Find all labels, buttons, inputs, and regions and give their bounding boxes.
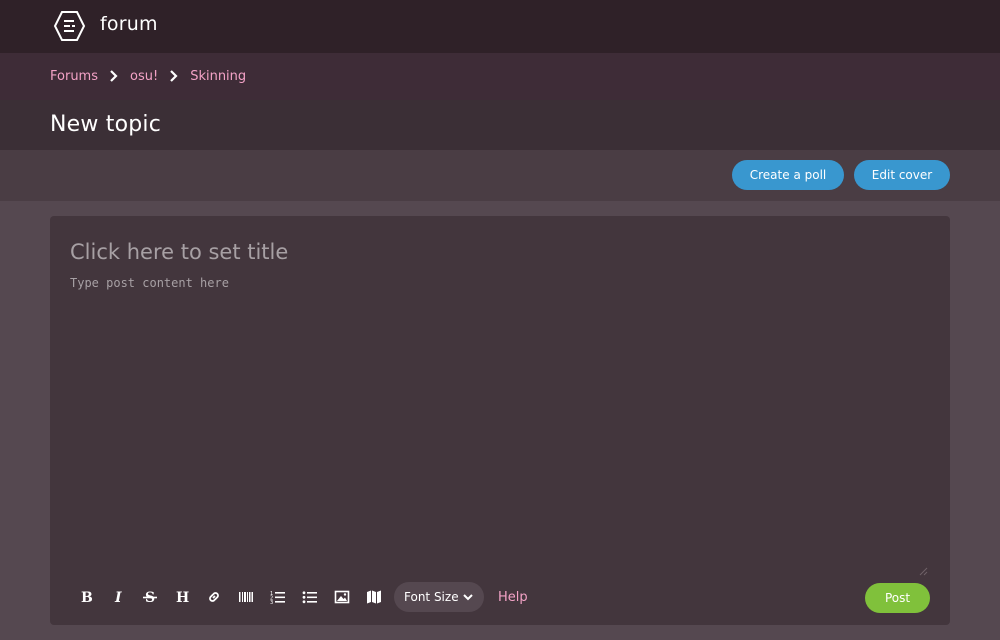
breadcrumb-item-forums[interactable]: Forums	[50, 69, 98, 84]
page-title: New topic	[50, 112, 162, 137]
heading-icon: H	[176, 590, 189, 605]
link-button[interactable]	[198, 581, 230, 613]
italic-button[interactable]: I	[102, 581, 134, 613]
font-size-select[interactable]: Font Size	[394, 582, 484, 612]
osu-forum-hexagon-icon[interactable]	[53, 10, 86, 42]
chevron-right-icon	[167, 69, 181, 83]
heading-button[interactable]: H	[166, 581, 198, 613]
strikethrough-icon: S	[143, 590, 157, 605]
post-button[interactable]: Post	[865, 583, 930, 613]
link-icon	[209, 592, 219, 602]
breadcrumb-item-osu[interactable]: osu!	[130, 69, 158, 84]
svg-text:B: B	[81, 590, 93, 605]
title-bar: New topic	[0, 100, 1000, 150]
spoiler-box-button[interactable]	[230, 581, 262, 613]
help-link[interactable]: Help	[498, 590, 528, 605]
chevron-right-icon	[107, 69, 121, 83]
editor-toolbar: B I S H 1 2 3 Font Size Help	[70, 580, 528, 614]
map-button[interactable]	[358, 581, 390, 613]
site-header: forum	[0, 0, 1000, 53]
unordered-list-button[interactable]	[294, 581, 326, 613]
header-title: forum	[100, 13, 158, 35]
unordered-list-icon	[302, 591, 317, 604]
breadcrumb: Forums osu! Skinning	[50, 53, 246, 100]
ordered-list-icon: 1 2 3	[270, 591, 285, 605]
image-icon	[334, 590, 350, 604]
font-size-label: Font Size	[404, 590, 459, 604]
chevron-down-icon	[462, 591, 474, 603]
create-poll-button[interactable]: Create a poll	[732, 160, 844, 190]
post-editor	[50, 216, 950, 625]
italic-icon: I	[114, 590, 122, 605]
breadcrumb-item-skinning[interactable]: Skinning	[190, 69, 246, 84]
resize-handle-icon[interactable]	[918, 566, 928, 576]
image-button[interactable]	[326, 581, 358, 613]
actions-bar: Create a poll Edit cover	[0, 150, 1000, 201]
post-content-textarea[interactable]	[70, 276, 930, 576]
svg-text:H: H	[176, 590, 189, 605]
breadcrumb-bar: Forums osu! Skinning	[0, 53, 1000, 100]
strikethrough-button[interactable]: S	[134, 581, 166, 613]
topic-title-input[interactable]	[70, 238, 930, 266]
svg-text:I: I	[114, 590, 122, 605]
bold-button[interactable]: B	[70, 581, 102, 613]
svg-text:3: 3	[270, 600, 273, 605]
bold-icon: B	[81, 590, 93, 605]
spoiler-box-icon	[239, 592, 253, 602]
ordered-list-button[interactable]: 1 2 3	[262, 581, 294, 613]
map-icon	[367, 590, 381, 604]
edit-cover-button[interactable]: Edit cover	[854, 160, 950, 190]
